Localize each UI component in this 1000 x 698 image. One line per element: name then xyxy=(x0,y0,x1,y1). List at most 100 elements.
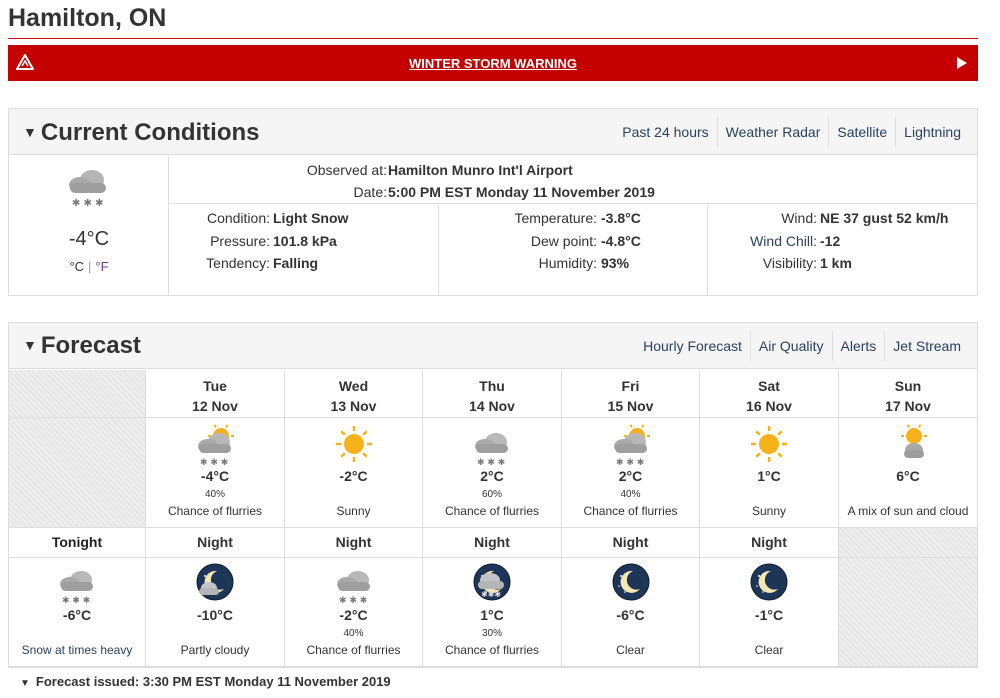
day-header: Wed 13 Nov xyxy=(285,370,423,418)
night-header: Night xyxy=(146,528,285,558)
celsius-unit: °C xyxy=(69,259,85,274)
forecast-issued[interactable]: ▼ Forecast issued: 3:30 PM EST Monday 11 … xyxy=(8,667,978,693)
forecast-grid: Tue 12 Nov Wed 13 Nov Thu 14 Nov Fri 15 Nov Sat 1… xyxy=(9,370,977,667)
conditions-column-1: Condition: Light Snow Pressure: 101.8 kPa … xyxy=(170,205,439,296)
snow-cloud-icon: ✱ ✱ ✱ xyxy=(470,424,514,471)
day-forecast: ✱ ✱ ✱ 2°C 40% Chance of flurries xyxy=(562,418,700,528)
title-divider xyxy=(8,38,978,39)
warning-link[interactable]: WINTER STORM WARNING xyxy=(409,56,577,71)
svg-text:✱ ✱ ✱: ✱ ✱ ✱ xyxy=(339,596,367,606)
sun-cloud-snow-icon: ✱ ✱ ✱ xyxy=(609,424,653,471)
page-title: Hamilton, ON xyxy=(8,4,167,32)
hourly-forecast-link[interactable]: Hourly Forecast xyxy=(635,331,750,361)
forecast-temperature: -10°C xyxy=(197,607,233,623)
snow-cloud-icon: ✱ ✱ ✱ xyxy=(64,166,112,213)
humidity-value: 93% xyxy=(601,255,630,271)
svg-text:✱✱✱: ✱✱✱ xyxy=(481,590,501,599)
night-forecast: -6°C Clear xyxy=(562,558,700,667)
current-conditions-header: ▼ Current Conditions Past 24 hours Weathe… xyxy=(9,109,977,155)
forecast-summary: A mix of sun and cloud xyxy=(847,504,969,518)
wind-chill-link[interactable]: Wind Chill xyxy=(750,233,813,249)
day-forecast: ✱ ✱ ✱ -4°C 40% Chance of flurries xyxy=(146,418,285,528)
observed-at-value: Hamilton Munro Int'l Airport xyxy=(388,162,573,178)
day-date: 15 Nov xyxy=(607,398,654,414)
forecast-summary: Partly cloudy xyxy=(180,643,250,657)
forecast-temperature: -1°C xyxy=(754,607,784,623)
forecast-issued-text: Forecast issued: 3:30 PM EST Monday 11 N… xyxy=(35,674,391,689)
wind-value: NE 37 gust 52 km/h xyxy=(820,210,949,226)
pressure-value: 101.8 kPa xyxy=(273,233,337,249)
day-name: Sun xyxy=(894,378,922,394)
night-label: Night xyxy=(612,534,649,550)
tendency-value: Falling xyxy=(273,255,319,271)
moon-icon xyxy=(747,562,791,609)
condition-value: Light Snow xyxy=(273,210,349,226)
forecast-header: ▼ Forecast Hourly Forecast Air Quality Al… xyxy=(9,323,977,369)
chevron-right-icon[interactable] xyxy=(956,56,968,73)
visibility-label: Visibility: xyxy=(762,255,817,271)
night-header: Night xyxy=(700,528,839,558)
tonight-header: Tonight xyxy=(9,528,146,558)
alerts-link[interactable]: Alerts xyxy=(831,331,885,361)
tendency-label: Tendency: xyxy=(206,255,270,271)
visibility-value: 1 km xyxy=(820,255,852,271)
tonight-link[interactable]: Tonight xyxy=(52,534,102,550)
night-forecast: ✱ ✱ ✱ -6°C Snow at times heavy xyxy=(9,558,146,667)
weather-radar-link[interactable]: Weather Radar xyxy=(716,117,829,147)
day-header: Sat 16 Nov xyxy=(700,370,839,418)
svg-text:✱ ✱ ✱: ✱ ✱ ✱ xyxy=(477,458,505,468)
day-date: 12 Nov xyxy=(192,398,238,414)
observed-at-label: Observed at: xyxy=(306,162,387,178)
wind-chill-value: -12 xyxy=(820,233,841,249)
unit-toggle: °C | °F xyxy=(69,259,109,274)
dew-point-value: -4.8°C xyxy=(601,233,641,249)
forecast-summary: Chance of flurries xyxy=(583,504,678,518)
forecast-summary: Chance of flurries xyxy=(167,504,263,518)
day-date: 16 Nov xyxy=(746,398,792,414)
day-name: Sat xyxy=(758,378,780,394)
night-forecast: ✱ ✱ ✱ -2°C 40% Chance of flurries xyxy=(285,558,423,667)
night-label: Night xyxy=(474,534,510,550)
warning-triangle-icon xyxy=(15,52,35,73)
forecast-summary: Clear xyxy=(754,643,784,657)
air-quality-link[interactable]: Air Quality xyxy=(749,331,832,361)
night-header: Night xyxy=(562,528,700,558)
day-forecast: 6°C A mix of sun and cloud xyxy=(839,418,977,528)
temperature-value: -3.8°C xyxy=(601,210,641,226)
condition-label: Condition: xyxy=(206,210,270,226)
moon-icon xyxy=(609,562,653,609)
conditions-column-3: Wind: NE 37 gust 52 km/h Wind Chill: -12 V… xyxy=(750,210,949,271)
precipitation-chance: 40% xyxy=(343,628,364,639)
warning-banner[interactable]: WINTER STORM WARNING xyxy=(8,45,978,81)
satellite-link[interactable]: Satellite xyxy=(828,117,895,147)
sun-icon xyxy=(332,424,376,471)
forecast-temperature: -6°C xyxy=(616,607,645,623)
fahrenheit-link[interactable]: °F xyxy=(95,259,108,274)
day-header: Tue 12 Nov xyxy=(146,370,285,418)
precipitation-chance: 40% xyxy=(620,489,641,500)
forecast-summary: Chance of flurries xyxy=(444,643,540,657)
precipitation-chance: 60% xyxy=(481,489,502,500)
forecast-summary: Snow at times heavy xyxy=(21,643,133,657)
section-heading[interactable]: ▼ Forecast xyxy=(23,332,141,360)
forecast-panel: ▼ Forecast Hourly Forecast Air Quality Al… xyxy=(8,322,978,668)
sun-cloud-icon xyxy=(886,424,930,471)
section-heading[interactable]: ▼ Current Conditions xyxy=(23,119,260,147)
forecast-temperature: -6°C xyxy=(62,607,92,623)
forecast-temperature: -2°C xyxy=(339,607,368,623)
past-24-hours-link[interactable]: Past 24 hours xyxy=(614,117,716,147)
day-name: Tue xyxy=(203,378,227,394)
forecast-summary: Clear xyxy=(616,643,645,657)
night-header: Night xyxy=(423,528,562,558)
lightning-link[interactable]: Lightning xyxy=(895,117,969,147)
sun-icon xyxy=(747,424,791,471)
day-forecast: 1°C Sunny xyxy=(700,418,839,528)
jet-stream-link[interactable]: Jet Stream xyxy=(884,331,969,361)
snow-cloud-icon: ✱ ✱ ✱ xyxy=(55,562,99,609)
forecast-temperature: 2°C xyxy=(480,468,504,484)
empty-cell xyxy=(839,528,977,558)
current-conditions-title: Current Conditions xyxy=(40,119,260,146)
day-date: 13 Nov xyxy=(330,398,377,414)
forecast-temperature: 2°C xyxy=(618,468,643,484)
forecast-summary: Sunny xyxy=(751,504,787,518)
